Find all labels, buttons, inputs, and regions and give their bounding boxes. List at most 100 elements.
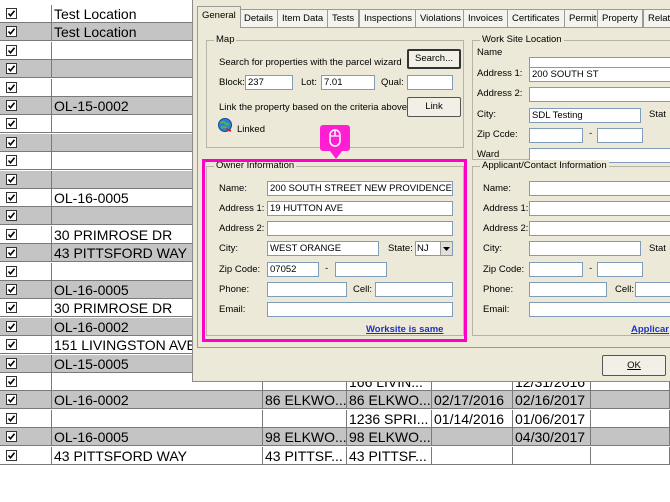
row-checkbox[interactable] xyxy=(6,26,17,38)
checkbox-cell xyxy=(0,336,52,355)
row-checkbox[interactable] xyxy=(6,210,17,222)
row-checkbox[interactable] xyxy=(6,192,17,203)
table-cell: OL-16-0002 xyxy=(52,391,263,410)
applicant-phone-label: Phone: xyxy=(483,284,514,295)
link-button[interactable]: Link xyxy=(407,97,461,117)
tab-general[interactable]: General xyxy=(197,6,241,28)
checkbox-cell xyxy=(0,354,52,373)
checkbox-cell xyxy=(0,262,52,281)
table-cell: 04/30/2017 xyxy=(513,428,591,447)
applicant-state-label: Stat xyxy=(649,243,666,254)
row-checkbox[interactable] xyxy=(6,173,17,185)
qual-label: Qual: xyxy=(381,77,404,88)
applicant-zip-ext-input[interactable] xyxy=(597,262,643,277)
row-checkbox[interactable] xyxy=(6,63,17,75)
applicant-city-input[interactable] xyxy=(529,241,641,256)
checkbox-cell xyxy=(0,170,52,189)
qual-input[interactable] xyxy=(407,75,453,90)
row-checkbox[interactable] xyxy=(6,339,17,351)
mouse-callout xyxy=(320,125,350,159)
row-checkbox[interactable] xyxy=(6,44,17,56)
applicant-zip-separator: - xyxy=(589,263,593,274)
row-checkbox[interactable] xyxy=(6,136,17,148)
wizard-text: Search for properties with the parcel wi… xyxy=(219,57,402,68)
worksite-zip-input[interactable] xyxy=(529,128,583,143)
block-input[interactable]: 237 xyxy=(245,75,293,90)
applicant-link[interactable]: Applicar xyxy=(631,324,669,335)
checkbox-cell xyxy=(0,409,52,428)
row-checkbox[interactable] xyxy=(6,81,17,93)
applicant-name-label: Name: xyxy=(483,183,511,194)
tab-details[interactable]: Details xyxy=(239,9,279,27)
row-checkbox[interactable] xyxy=(6,394,17,406)
applicant-city-label: City: xyxy=(483,243,502,254)
applicant-phone-input[interactable] xyxy=(529,282,607,297)
row-checkbox[interactable] xyxy=(6,155,17,167)
row-checkbox[interactable] xyxy=(6,100,17,111)
tab-invoices[interactable]: Invoices xyxy=(463,9,508,27)
row-checkbox[interactable] xyxy=(6,449,17,461)
row-checkbox[interactable] xyxy=(6,284,17,295)
lot-input[interactable]: 7.01 xyxy=(321,75,375,90)
applicant-email-input[interactable] xyxy=(529,302,670,317)
applicant-address1-input[interactable] xyxy=(529,201,670,216)
table-cell: 01/14/2016 xyxy=(432,409,513,428)
applicant-name-input[interactable] xyxy=(529,181,670,196)
tab-tests[interactable]: Tests xyxy=(327,9,360,27)
row-checkbox[interactable] xyxy=(6,431,17,443)
row-checkbox[interactable] xyxy=(6,118,17,130)
checkbox-cell xyxy=(0,207,52,226)
worksite-city-input[interactable]: SDL Testing xyxy=(529,108,641,123)
table-cell: 43 PITTSFORD WAY xyxy=(52,446,263,465)
tab-violations[interactable]: Violations xyxy=(415,9,467,27)
row-checkbox[interactable] xyxy=(6,247,17,259)
worksite-group-label: Work Site Location xyxy=(480,34,564,45)
row-checkbox[interactable] xyxy=(6,8,17,19)
worksite-address1-input[interactable]: 200 SOUTH ST xyxy=(529,67,670,82)
checkbox-cell xyxy=(0,317,52,336)
search-button[interactable]: Search... xyxy=(407,49,461,69)
row-checkbox[interactable] xyxy=(6,228,17,240)
checkbox-cell xyxy=(0,60,52,79)
table-cell xyxy=(432,428,513,447)
table-row[interactable]: 1236 SPRI... 01/14/2016 01/06/2017 xyxy=(0,409,670,428)
table-cell xyxy=(513,446,591,465)
tab-item-data[interactable]: Item Data xyxy=(277,9,329,27)
checkbox-cell xyxy=(0,97,52,115)
tab-certificates[interactable]: Certificates xyxy=(507,9,565,27)
applicant-address1-label: Address 1: xyxy=(483,203,529,214)
tab-property[interactable]: Property xyxy=(597,9,643,27)
table-cell: 01/06/2017 xyxy=(513,409,591,428)
row-checkbox[interactable] xyxy=(6,302,17,314)
table-cell xyxy=(591,446,670,465)
applicant-cell-label: Cell: xyxy=(615,284,635,295)
table-cell: 86 ELKWO... xyxy=(265,391,347,410)
tab-strip: General Details Item Data Tests Inspecti… xyxy=(197,6,670,28)
table-row[interactable]: OL-16-0002 86 ELKWO... 86 ELKWO... 02/17/20… xyxy=(0,391,670,410)
applicant-group-label: Applicant/Contact Information xyxy=(480,160,609,171)
row-checkbox[interactable] xyxy=(6,412,17,424)
row-checkbox[interactable] xyxy=(6,376,17,387)
tab-inspections[interactable]: Inspections xyxy=(359,9,418,27)
row-checkbox[interactable] xyxy=(6,357,17,369)
row-checkbox[interactable] xyxy=(6,265,17,277)
worksite-zip-ext-input[interactable] xyxy=(597,128,643,143)
table-cell xyxy=(591,428,670,447)
applicant-address2-input[interactable] xyxy=(529,221,670,236)
worksite-address1-label: Address 1: xyxy=(477,68,523,79)
table-cell: 98 ELKWO... xyxy=(349,428,432,447)
checkbox-cell xyxy=(0,428,52,447)
table-row[interactable]: OL-16-0005 98 ELKWO... 98 ELKWO... 04/30/20… xyxy=(0,428,670,447)
checkbox-cell xyxy=(0,115,52,134)
applicant-cell-input[interactable] xyxy=(635,282,670,297)
worksite-address2-input[interactable] xyxy=(529,87,670,102)
worksite-name-label: Name xyxy=(477,47,503,58)
checkbox-cell xyxy=(0,5,52,23)
applicant-zip-input[interactable] xyxy=(529,262,583,277)
tab-relate[interactable]: Relate xyxy=(643,9,670,27)
tab-permit[interactable]: Permit xyxy=(564,9,602,27)
row-checkbox[interactable] xyxy=(6,320,17,332)
worksite-city-label: City: xyxy=(477,109,496,120)
ok-button[interactable]: OK xyxy=(602,355,666,376)
table-row[interactable]: 43 PITTSFORD WAY 43 PITTSF... 43 PITTSF... xyxy=(0,446,670,465)
